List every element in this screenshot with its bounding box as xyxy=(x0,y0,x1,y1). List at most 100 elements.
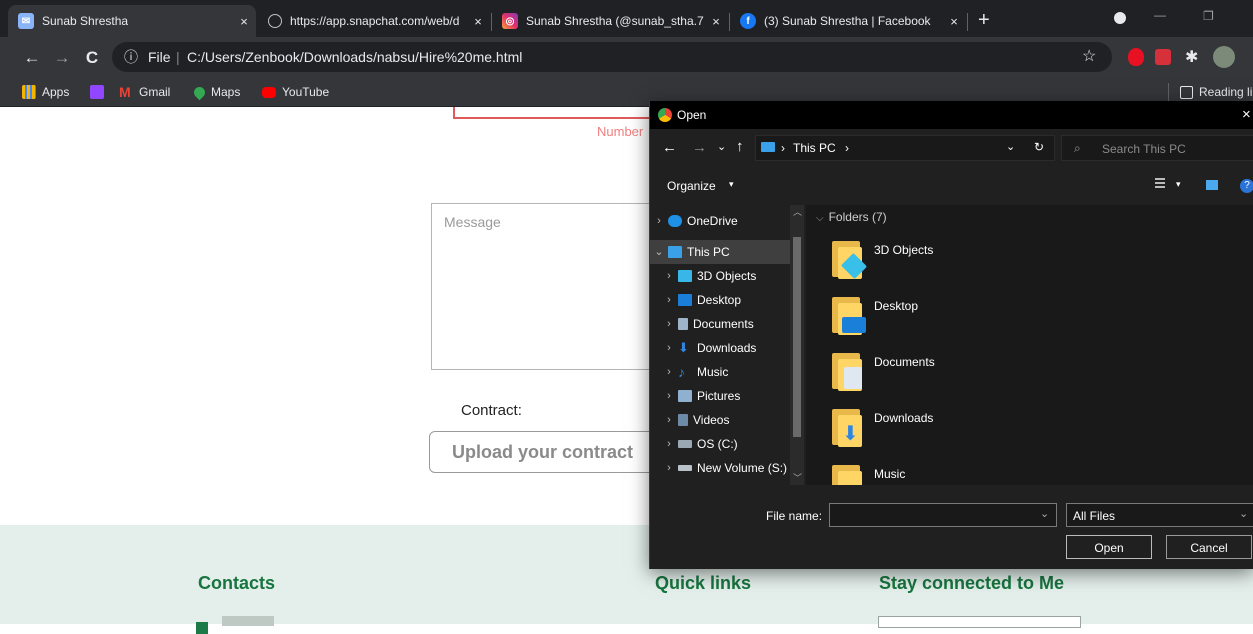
dialog-command-bar: Organize ▾ ▾ ? xyxy=(650,167,1253,205)
tree-item-onedrive[interactable]: › OneDrive xyxy=(650,209,790,233)
new-tab-button[interactable]: + xyxy=(978,9,990,32)
breadcrumb[interactable]: › This PC › ⌄ ↻ xyxy=(755,135,1055,161)
tree-item-videos[interactable]: › Videos xyxy=(660,408,800,432)
subscribe-input[interactable] xyxy=(878,616,1081,628)
refresh-icon[interactable]: ↻ xyxy=(1034,140,1044,154)
organize-button[interactable]: Organize xyxy=(667,179,716,193)
view-options-icon[interactable] xyxy=(1155,178,1165,190)
reading-list-button[interactable]: Reading li xyxy=(1180,82,1252,102)
file-name-input[interactable]: ⌄ xyxy=(829,503,1057,527)
help-icon[interactable]: ? xyxy=(1240,179,1253,193)
star-icon[interactable]: ☆ xyxy=(1082,42,1096,72)
forward-arrow-icon[interactable]: → xyxy=(692,139,707,156)
extension-icon[interactable] xyxy=(1155,49,1171,65)
scroll-up-icon[interactable]: ︿ xyxy=(793,205,802,218)
chevron-right-icon[interactable]: › xyxy=(660,432,678,456)
cancel-button[interactable]: Cancel xyxy=(1166,535,1252,559)
restore-button[interactable]: ❐ xyxy=(1203,9,1214,23)
address-bar[interactable]: ⓘ File | C:/Users/Zenbook/Downloads/nabs… xyxy=(112,42,1112,72)
tree-item-os-c[interactable]: › OS (C:) xyxy=(660,432,800,456)
tab-instagram[interactable]: ◎ Sunab Shrestha (@sunab_stha.7) × xyxy=(492,5,728,37)
folder-music[interactable]: ♪ Music xyxy=(828,457,1248,485)
folder-downloads[interactable]: ⬇ Downloads xyxy=(828,401,1248,457)
folder-3d-objects[interactable]: 3D Objects xyxy=(828,233,1248,289)
tree-item-this-pc[interactable]: ⌄ This PC xyxy=(650,240,790,264)
file-type-select[interactable]: All Files ⌄ xyxy=(1066,503,1253,527)
chevron-right-icon[interactable]: › xyxy=(660,360,678,384)
chevron-down-icon[interactable]: ⌄ xyxy=(1006,140,1015,153)
reload-icon[interactable]: C xyxy=(80,46,104,70)
minimize-button[interactable]: — xyxy=(1154,8,1166,22)
bookmark-gmail[interactable]: M Gmail xyxy=(119,82,170,102)
recent-locations-icon[interactable]: ⌄ xyxy=(717,140,726,153)
view-dropdown-icon[interactable]: ▾ xyxy=(1176,179,1181,190)
search-input[interactable]: ⌕ Search This PC xyxy=(1061,135,1253,161)
up-arrow-icon[interactable]: ↑ xyxy=(736,138,744,155)
chevron-right-icon[interactable]: › xyxy=(660,264,678,288)
tab-title: https://app.snapchat.com/web/d xyxy=(290,14,460,28)
tree-item-3d-objects[interactable]: › 3D Objects xyxy=(660,264,800,288)
number-field[interactable] xyxy=(453,107,675,119)
chevron-right-icon[interactable]: › xyxy=(660,384,678,408)
chevron-down-icon[interactable]: ⌄ xyxy=(1239,507,1248,520)
bookmark-twitch[interactable] xyxy=(90,82,110,102)
tree-item-pictures[interactable]: › Pictures xyxy=(660,384,800,408)
bookmark-maps[interactable]: Maps xyxy=(191,82,240,102)
folder-label: Documents xyxy=(874,355,935,369)
tab-facebook[interactable]: f (3) Sunab Shrestha | Facebook × xyxy=(730,5,966,37)
chevron-right-icon[interactable]: › xyxy=(660,336,678,360)
tree-item-downloads[interactable]: › ⬇ Downloads xyxy=(660,336,800,360)
upload-contract-button[interactable]: Upload your contract xyxy=(429,431,679,473)
scroll-down-icon[interactable]: ﹀ xyxy=(793,471,802,484)
close-tab-icon[interactable]: × xyxy=(942,14,966,29)
puzzle-extensions-icon[interactable]: ✱ xyxy=(1185,47,1198,67)
close-tab-icon[interactable]: × xyxy=(466,14,490,29)
tree-item-new-volume-s[interactable]: › New Volume (S:) xyxy=(660,456,800,480)
info-icon[interactable]: ⓘ xyxy=(124,42,138,72)
close-tab-icon[interactable]: × xyxy=(232,14,256,29)
folder-desktop[interactable]: Desktop xyxy=(828,289,1248,345)
search-tabs-icon[interactable] xyxy=(1114,12,1126,24)
this-pc-icon xyxy=(668,246,682,258)
chevron-down-icon[interactable]: ⌄ xyxy=(650,240,668,264)
navigation-pane: › OneDrive ⌄ This PC › 3D Objects › Desk… xyxy=(650,205,806,485)
forward-arrow-icon[interactable]: → xyxy=(50,46,74,70)
folder-documents[interactable]: Documents xyxy=(828,345,1248,401)
tree-item-music[interactable]: › ♪ Music xyxy=(660,360,800,384)
contract-label: Contract: xyxy=(461,402,522,419)
back-arrow-icon[interactable]: ← xyxy=(20,46,44,70)
navigation-scrollbar[interactable]: ︿ ﹀ xyxy=(790,205,804,485)
folder-label: Music xyxy=(874,467,906,481)
chevron-right-icon[interactable]: › xyxy=(660,288,678,312)
close-tab-icon[interactable]: × xyxy=(704,14,728,29)
message-placeholder: Message xyxy=(444,214,501,230)
url-text[interactable]: C:/Users/Zenbook/Downloads/nabsu/Hire%20… xyxy=(187,42,522,72)
chevron-right-icon[interactable]: › xyxy=(660,312,678,336)
preview-pane-icon[interactable] xyxy=(1206,180,1218,190)
globe-icon xyxy=(268,14,282,28)
bookmark-youtube[interactable]: YouTube xyxy=(262,82,329,102)
tab-snapchat[interactable]: https://app.snapchat.com/web/d × xyxy=(258,5,490,37)
bookmark-label: Gmail xyxy=(139,85,171,99)
chevron-right-icon[interactable]: › xyxy=(660,408,678,432)
chevron-down-icon: ⌵ xyxy=(816,213,824,224)
avatar[interactable] xyxy=(1213,46,1235,68)
chevron-right-icon[interactable]: › xyxy=(660,456,678,480)
tree-item-label: New Volume (S:) xyxy=(697,461,788,475)
back-arrow-icon[interactable]: ← xyxy=(662,139,677,156)
tab-sunab-shrestha[interactable]: ✉ Sunab Shrestha × xyxy=(8,5,256,37)
folders-group-header[interactable]: ⌵ Folders (7) xyxy=(816,210,887,224)
breadcrumb-this-pc[interactable]: This PC xyxy=(793,141,836,155)
tree-item-desktop[interactable]: › Desktop xyxy=(660,288,800,312)
open-button[interactable]: Open xyxy=(1066,535,1152,559)
tree-item-documents[interactable]: › Documents xyxy=(660,312,800,336)
scrollbar-thumb[interactable] xyxy=(793,237,801,437)
adblock-extension-icon[interactable] xyxy=(1128,48,1144,66)
youtube-icon xyxy=(262,86,276,98)
bookmark-apps[interactable]: Apps xyxy=(22,82,69,102)
message-textarea[interactable]: Message xyxy=(431,203,681,370)
chevron-right-icon[interactable]: › xyxy=(650,209,668,233)
dialog-close-button[interactable]: × xyxy=(1242,101,1251,129)
tab-title: Sunab Shrestha (@sunab_stha.7) xyxy=(526,14,704,28)
chevron-down-icon[interactable]: ⌄ xyxy=(1040,507,1049,520)
